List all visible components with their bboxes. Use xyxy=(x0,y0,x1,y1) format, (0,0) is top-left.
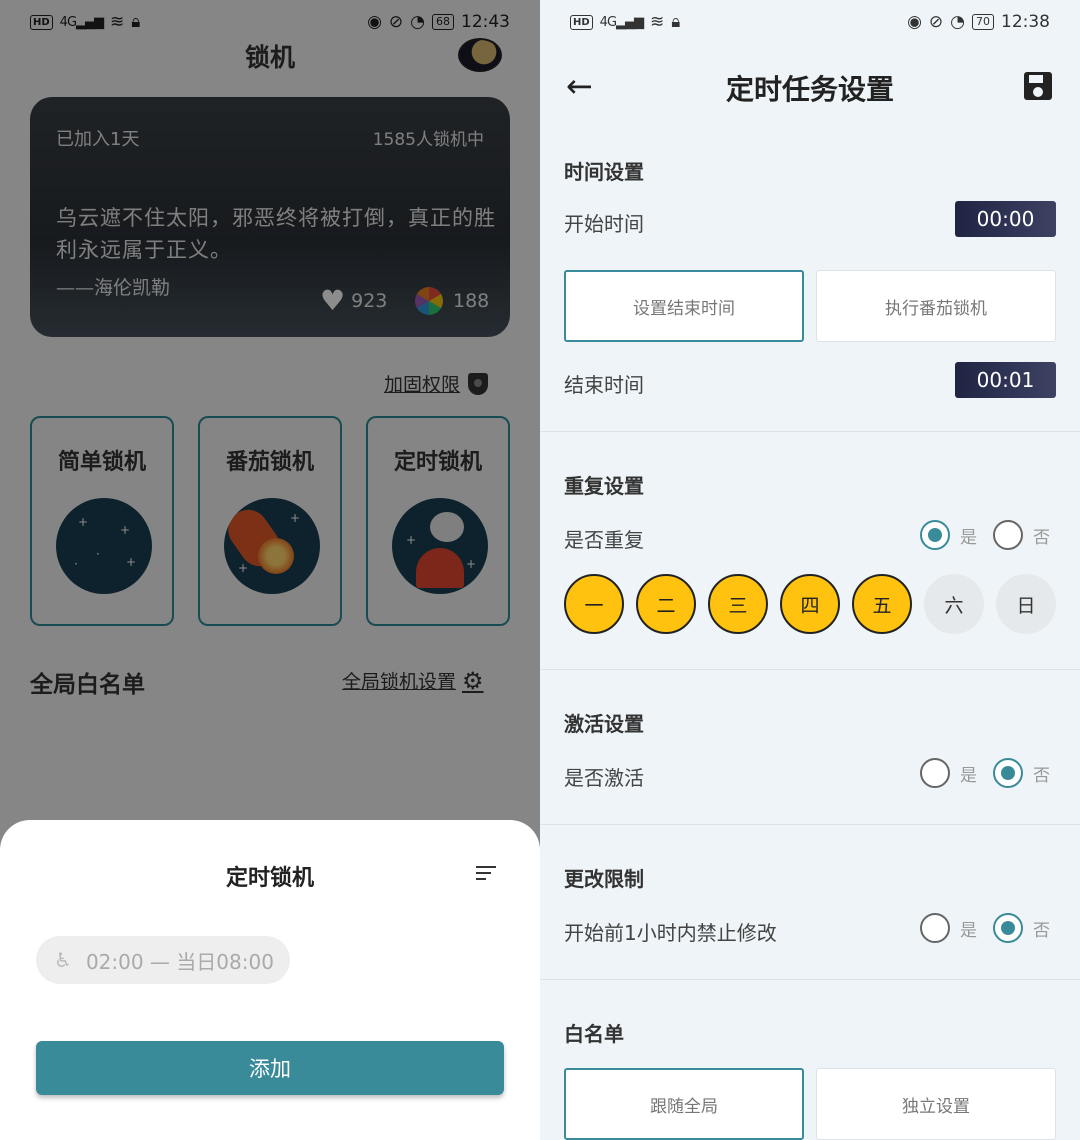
activate-settings-section: 激活设置 是否激活 是 否 xyxy=(540,670,1080,825)
task-time-range: 02:00 — 当日08:00 xyxy=(85,949,274,974)
signal-icon: 4G▂▄▆ xyxy=(599,14,644,30)
time-settings-section: 时间设置 开始时间 00:00 设置结束时间 执行番茄锁机 结束时间 00:01 xyxy=(540,140,1080,432)
run-pomodoro-button[interactable]: 执行番茄锁机 xyxy=(816,270,1056,342)
day-toggle-thu[interactable]: 四 xyxy=(780,574,840,634)
section-title: 白名单 xyxy=(564,1022,624,1046)
start-time-label: 开始时间 xyxy=(564,212,644,236)
page-title: 定时任务设置 xyxy=(725,73,894,106)
lock-home-screen: HD 4G▂▄▆ ≋ 🔒︎ ◉ ⊘ ◔ 68 12:43 锁机 已加入1天 15… xyxy=(0,0,540,1140)
end-time-picker[interactable]: 00:01 xyxy=(955,362,1056,398)
change-limit-section: 更改限制 开始前1小时内禁止修改 是 否 xyxy=(540,825,1080,980)
radio-no-label: 否 xyxy=(1033,765,1050,786)
radio-no[interactable] xyxy=(993,520,1023,550)
radio-no[interactable] xyxy=(993,913,1023,943)
radio-yes-label: 是 xyxy=(960,765,977,786)
seat-icon: ♿︎ xyxy=(54,948,72,972)
radio-yes[interactable] xyxy=(920,913,950,943)
section-title: 更改限制 xyxy=(564,867,644,891)
radio-yes[interactable] xyxy=(920,520,950,550)
start-time-picker[interactable]: 00:00 xyxy=(955,201,1056,237)
radio-yes-label: 是 xyxy=(960,527,977,548)
status-bar: HD 4G▂▄▆ ≋ 🔒︎ ◉ ⊘ ◔ 70 12:38 xyxy=(540,0,1080,44)
section-title: 激活设置 xyxy=(564,712,644,736)
radio-no-label: 否 xyxy=(1033,920,1050,941)
day-toggle-fri[interactable]: 五 xyxy=(852,574,912,634)
repeat-radio-group: 是 否 xyxy=(920,520,1066,550)
sheet-title: 定时锁机 xyxy=(225,866,314,891)
section-title: 时间设置 xyxy=(564,160,644,184)
battery-icon: 70 xyxy=(972,14,994,30)
bottom-sheet: 定时锁机 ♿︎ 02:00 — 当日08:00 添加 xyxy=(0,820,540,1140)
day-toggle-sat[interactable]: 六 xyxy=(924,574,984,634)
radio-no-label: 否 xyxy=(1033,527,1050,548)
day-toggle-mon[interactable]: 一 xyxy=(564,574,624,634)
speed-icon: ◔ xyxy=(950,12,965,32)
hd-icon: HD xyxy=(570,14,593,30)
limit-radio-group: 是 否 xyxy=(920,913,1066,943)
clock-time: 12:38 xyxy=(1001,12,1050,32)
activate-radio-group: 是 否 xyxy=(920,758,1066,788)
wifi-icon: ≋ xyxy=(650,12,665,32)
lock-icon: 🔒︎ xyxy=(671,12,681,32)
independent-settings-button[interactable]: 独立设置 xyxy=(816,1068,1056,1140)
repeat-question: 是否重复 xyxy=(564,528,644,552)
day-toggle-sun[interactable]: 日 xyxy=(996,574,1056,634)
radio-yes-label: 是 xyxy=(960,920,977,941)
limit-question: 开始前1小时内禁止修改 xyxy=(564,921,777,945)
day-toggle-wed[interactable]: 三 xyxy=(708,574,768,634)
day-toggle-tue[interactable]: 二 xyxy=(636,574,696,634)
radio-yes[interactable] xyxy=(920,758,950,788)
set-end-time-button[interactable]: 设置结束时间 xyxy=(564,270,804,342)
activate-question: 是否激活 xyxy=(564,766,644,790)
repeat-settings-section: 重复设置 是否重复 是 否 xyxy=(540,432,1080,670)
app-bar: ← 定时任务设置 xyxy=(540,52,1080,124)
section-title: 重复设置 xyxy=(564,474,644,498)
radio-no[interactable] xyxy=(993,758,1023,788)
follow-global-button[interactable]: 跟随全局 xyxy=(564,1068,804,1140)
timed-task-settings-screen: HD 4G▂▄▆ ≋ 🔒︎ ◉ ⊘ ◔ 70 12:38 ← 定时任务设置 时间… xyxy=(540,0,1080,1140)
sort-icon[interactable] xyxy=(476,866,496,882)
eye-icon: ◉ xyxy=(907,12,922,32)
timed-task-chip[interactable]: ♿︎ 02:00 — 当日08:00 xyxy=(36,936,290,984)
mute-icon: ⊘ xyxy=(928,12,944,32)
whitelist-section: 白名单 跟随全局 独立设置 xyxy=(540,980,1080,1140)
save-icon[interactable] xyxy=(1024,72,1052,100)
add-button[interactable]: 添加 xyxy=(36,1041,504,1095)
end-time-label: 结束时间 xyxy=(564,373,644,397)
